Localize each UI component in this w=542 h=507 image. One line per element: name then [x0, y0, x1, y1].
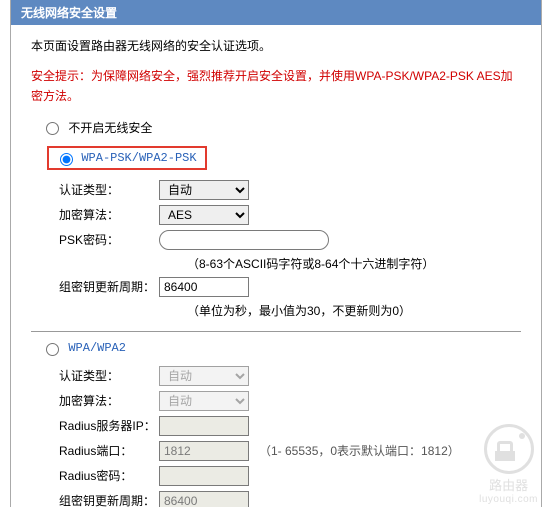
row-group-rekey: 组密钥更新周期：: [59, 277, 521, 297]
wpa-psk-settings: 认证类型： 自动 加密算法： AES PSK密码： （8-63个ASCII码字符…: [59, 180, 521, 319]
label-psk-password: PSK密码：: [59, 231, 159, 248]
input-group-rekey-2[interactable]: [159, 491, 249, 507]
hint-psk-password: （8-63个ASCII码字符或8-64个十六进制字符）: [187, 255, 521, 272]
label-radius-pwd: Radius密码：: [59, 467, 159, 484]
label-auth-type: 认证类型：: [59, 181, 159, 198]
label-group-rekey-2: 组密钥更新周期：: [59, 492, 159, 507]
hint-group-rekey: （单位为秒，最小值为30，不更新则为0）: [187, 302, 521, 319]
radio-wpa[interactable]: [46, 343, 59, 356]
row-radius-pwd: Radius密码：: [59, 466, 521, 486]
row-group-rekey-2: 组密钥更新周期：: [59, 491, 521, 507]
select-cipher-2[interactable]: 自动: [159, 391, 249, 411]
label-radius-ip: Radius服务器IP：: [59, 417, 159, 434]
row-psk-password: PSK密码：: [59, 230, 521, 250]
radio-no-security[interactable]: [46, 122, 59, 135]
row-radius-ip: Radius服务器IP：: [59, 416, 521, 436]
row-auth-type-2: 认证类型： 自动: [59, 366, 521, 386]
select-auth-type-2[interactable]: 自动: [159, 366, 249, 386]
input-radius-ip[interactable]: [159, 416, 249, 436]
select-auth-type[interactable]: 自动: [159, 180, 249, 200]
page-desc: 本页面设置路由器无线网络的安全认证选项。: [31, 37, 521, 54]
select-cipher[interactable]: AES: [159, 205, 249, 225]
row-cipher-2: 加密算法： 自动: [59, 391, 521, 411]
wpa-enterprise-settings: 认证类型： 自动 加密算法： 自动 Radius服务器IP： Radius: [59, 366, 521, 507]
label-wpa: WPA/WPA2: [68, 341, 126, 355]
label-no-security: 不开启无线安全: [68, 121, 152, 135]
option-no-security[interactable]: 不开启无线安全: [41, 119, 521, 136]
label-cipher: 加密算法：: [59, 206, 159, 223]
input-group-rekey[interactable]: [159, 277, 249, 297]
separator: [31, 331, 521, 332]
input-psk-password[interactable]: [159, 230, 329, 250]
label-wpa-psk: WPA-PSK/WPA2-PSK: [81, 151, 196, 165]
label-radius-port: Radius端口：: [59, 442, 159, 459]
input-radius-port[interactable]: [159, 441, 249, 461]
row-radius-port: Radius端口： （1- 65535，0表示默认端口：1812）: [59, 441, 521, 461]
input-radius-pwd[interactable]: [159, 466, 249, 486]
radio-wpa-psk[interactable]: [60, 153, 73, 166]
hint-radius-port: （1- 65535，0表示默认端口：1812）: [259, 442, 460, 459]
row-cipher: 加密算法： AES: [59, 205, 521, 225]
page-title: 无线网络安全设置: [11, 0, 541, 25]
label-cipher-2: 加密算法：: [59, 392, 159, 409]
option-wpa-psk-highlight: WPA-PSK/WPA2-PSK: [47, 146, 207, 170]
label-auth-type-2: 认证类型：: [59, 367, 159, 384]
security-warning: 安全提示：为保障网络安全，强烈推荐开启安全设置，并使用WPA-PSK/WPA2-…: [31, 66, 521, 107]
option-wpa[interactable]: WPA/WPA2: [41, 340, 521, 356]
row-auth-type: 认证类型： 自动: [59, 180, 521, 200]
label-group-rekey: 组密钥更新周期：: [59, 278, 159, 295]
